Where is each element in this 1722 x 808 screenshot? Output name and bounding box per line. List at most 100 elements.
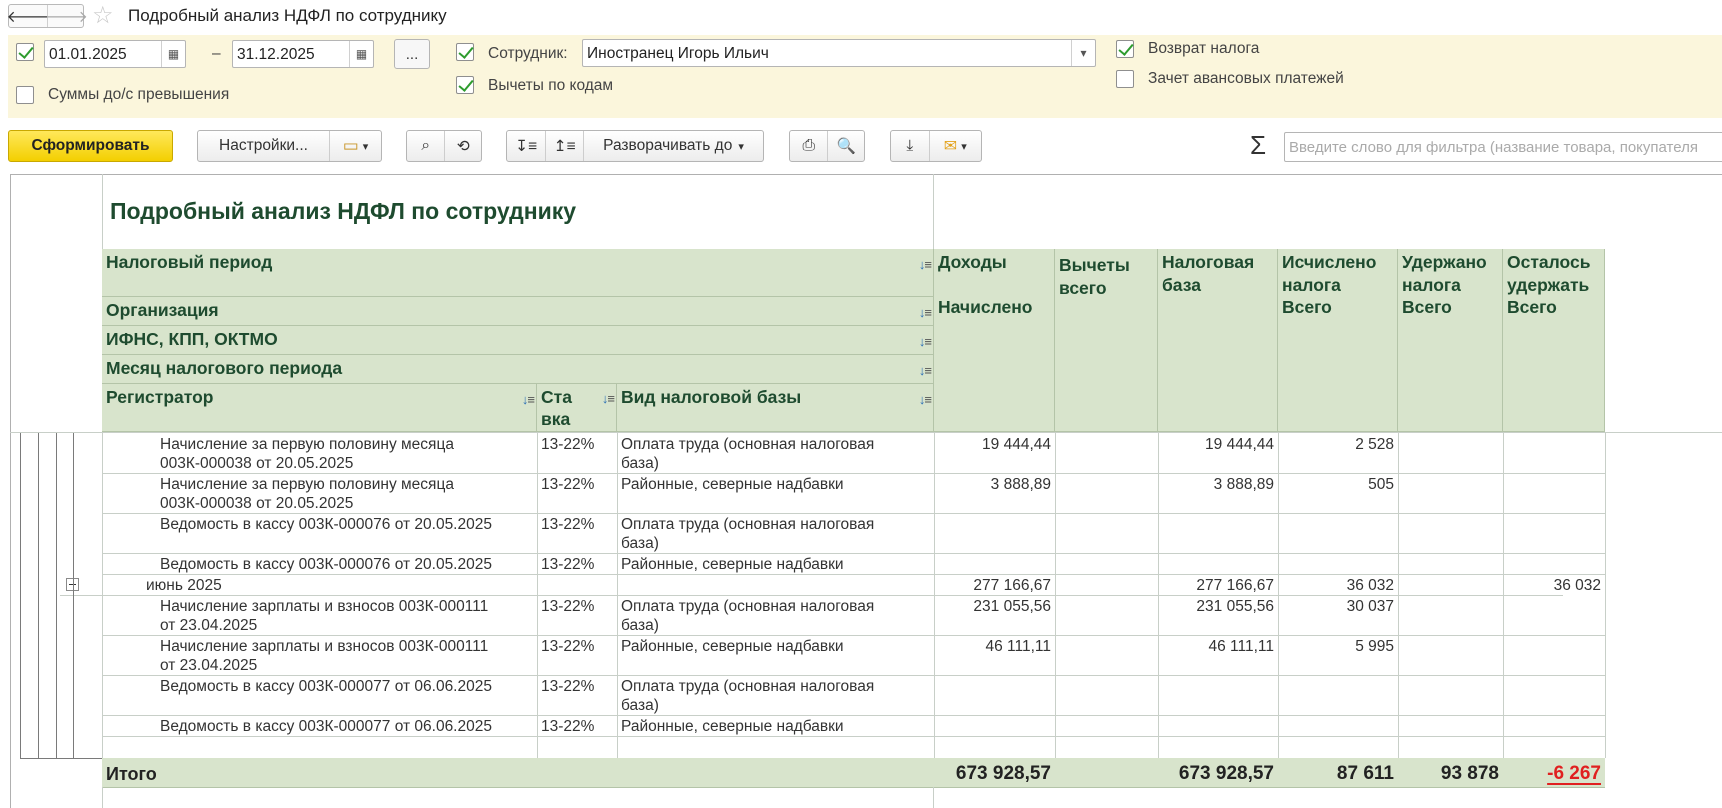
report-top-border — [10, 174, 1722, 175]
total-tax-base: 673 928,57 — [1158, 758, 1278, 787]
header-month: Месяц налогового периода ↓≡ — [102, 355, 934, 384]
sort-icon[interactable]: ↓≡ — [919, 388, 932, 411]
column-divider — [1055, 433, 1056, 758]
forward-arrow-icon[interactable]: 🡒 — [45, 5, 88, 27]
cell-base: Оплата труда (основная налоговая база) — [617, 513, 934, 553]
download-icon[interactable]: ⤓ — [891, 131, 929, 161]
cell-tax-base: 231 055,56 — [1196, 598, 1274, 615]
sort-icon[interactable]: ↓≡ — [919, 359, 932, 382]
favorite-star-icon[interactable]: ☆ — [92, 1, 114, 30]
back-arrow-icon[interactable]: 🡐 — [7, 5, 50, 27]
sort-descending-icon[interactable]: ↧≡ — [507, 131, 545, 161]
header-base-type-label: Вид налоговой базы — [621, 387, 802, 407]
cell-income: 231 055,56 — [973, 598, 1051, 615]
date-from-field[interactable]: 01.01.2025 ▦ — [44, 40, 186, 68]
calendar-icon[interactable]: ▦ — [349, 41, 373, 67]
cell-rate: 13-22% — [541, 436, 595, 453]
filter-search-input[interactable]: Введите слово для фильтра (название това… — [1284, 132, 1722, 162]
employee-checkbox[interactable] — [456, 43, 474, 61]
sort-icon[interactable]: ↓≡ — [919, 253, 932, 276]
cell-line: база) — [621, 617, 659, 634]
tree-guide-line — [73, 433, 74, 758]
cell-line: Районные, северные надбавки — [621, 476, 844, 493]
column-divider — [537, 433, 538, 758]
sort-ascending-icon[interactable]: ↥≡ — [545, 131, 583, 161]
column-divider — [1605, 433, 1606, 758]
cell-deductions — [1055, 553, 1158, 574]
sums-checkbox[interactable] — [16, 86, 34, 104]
cell-tax-base: 277 166,67 — [1196, 577, 1274, 594]
column-divider — [1158, 433, 1159, 758]
period-checkbox[interactable] — [16, 43, 34, 61]
report-title: Подробный анализ НДФЛ по сотруднику — [110, 198, 577, 224]
period-select-button[interactable]: ... — [394, 39, 430, 69]
header-calculated: Исчислено налога Всего — [1278, 249, 1398, 432]
print-preview-icon[interactable]: 🔍 — [827, 131, 864, 161]
advance-offset-checkbox[interactable] — [1116, 70, 1134, 88]
sort-icon[interactable]: ↓≡ — [602, 388, 615, 410]
window-title: Подробный анализ НДФЛ по сотруднику — [128, 6, 447, 25]
cell-tax-base: 46 111,11 — [1208, 638, 1274, 655]
cell-registrar: Ведомость в кассу 003К-000077 от 06.06.2… — [156, 675, 537, 715]
cell-tax-base: 19 444,44 — [1205, 436, 1274, 453]
sort-icon[interactable]: ↓≡ — [919, 301, 932, 324]
column-divider — [1398, 433, 1399, 758]
column-divider — [1503, 433, 1504, 758]
date-from-value: 01.01.2025 — [49, 46, 127, 63]
chevron-down-icon: ▾ — [362, 140, 369, 153]
cell-withheld — [1398, 513, 1503, 553]
date-to-field[interactable]: 31.12.2025 ▦ — [232, 40, 374, 68]
column-divider — [617, 433, 618, 758]
header-remaining-label: Осталось удержать — [1507, 252, 1591, 295]
sum-icon[interactable]: Σ — [1250, 130, 1266, 161]
header-base-type: Вид налоговой базы ↓≡ — [617, 384, 934, 432]
sort-icon[interactable]: ↓≡ — [522, 388, 535, 411]
cell-base: Районные, северные надбавки — [617, 553, 934, 574]
cell-deductions — [1055, 675, 1158, 715]
date-to-value: 31.12.2025 — [237, 46, 315, 63]
settings-button[interactable]: Настройки... — [198, 131, 329, 161]
row-divider — [102, 736, 1605, 737]
tax-refund-checkbox[interactable] — [1116, 40, 1134, 58]
chevron-down-icon[interactable]: ▾ — [1071, 40, 1095, 66]
cell-rate: 13-22% — [541, 638, 595, 655]
header-calculated-sub: Всего — [1282, 297, 1332, 317]
cell-income: 277 166,67 — [973, 577, 1051, 594]
cell-rate: 13-22% — [541, 516, 595, 533]
settings-panel: 01.01.2025 ▦ – 31.12.2025 ▦ ... Суммы до… — [8, 35, 1722, 118]
cell-rate: 13-22% — [541, 718, 595, 735]
cell-line: 003К-000038 от 20.05.2025 — [160, 495, 354, 512]
employee-select[interactable]: Иностранец Игорь Ильич ▾ — [582, 39, 1096, 67]
date-dash: – — [212, 45, 221, 62]
cell-withheld — [1398, 574, 1503, 595]
cell-base: Оплата труда (основная налоговая база) — [617, 675, 934, 715]
cell-income — [934, 513, 1055, 553]
cell-rate: 13-22% — [541, 678, 595, 695]
calendar-icon[interactable]: ▦ — [161, 41, 185, 67]
cell-tax-base: 3 888,89 — [1213, 476, 1274, 493]
cell-line: Начисление зарплаты и взносов 003К-00011… — [160, 598, 489, 615]
deductions-checkbox[interactable] — [456, 76, 474, 94]
export-group: ⤓ ✉ ▾ — [890, 130, 982, 162]
search-next-icon[interactable]: ⟲ — [444, 131, 481, 161]
header-tax-period-label: Налоговый период — [106, 252, 273, 272]
cell-base — [617, 574, 934, 595]
variants-button[interactable]: ▭ ▾ — [329, 131, 381, 161]
cell-line: база) — [621, 535, 659, 552]
email-button[interactable]: ✉ ▾ — [928, 131, 981, 161]
sort-icon[interactable]: ↓≡ — [919, 330, 932, 353]
cell-calculated — [1278, 715, 1398, 736]
cell-line: Начисление за первую половину месяца — [160, 436, 454, 453]
header-month-label: Месяц налогового периода — [106, 358, 343, 378]
advance-offset-label: Зачет авансовых платежей — [1148, 70, 1344, 87]
search-icon[interactable]: ⌕ — [407, 131, 444, 161]
cell-line: 003К-000038 от 20.05.2025 — [160, 455, 354, 472]
sort-group: ↧≡ ↥≡ Разворачивать до ▾ — [506, 130, 764, 162]
expand-to-button[interactable]: Разворачивать до ▾ — [583, 131, 763, 161]
header-remaining-sub: Всего — [1507, 297, 1557, 317]
cell-tax-base — [1158, 553, 1278, 574]
total-calculated: 87 611 — [1278, 758, 1398, 787]
printer-icon[interactable]: ⎙ — [790, 131, 827, 161]
cell-deductions — [1055, 513, 1158, 553]
generate-button[interactable]: Сформировать — [8, 130, 173, 162]
